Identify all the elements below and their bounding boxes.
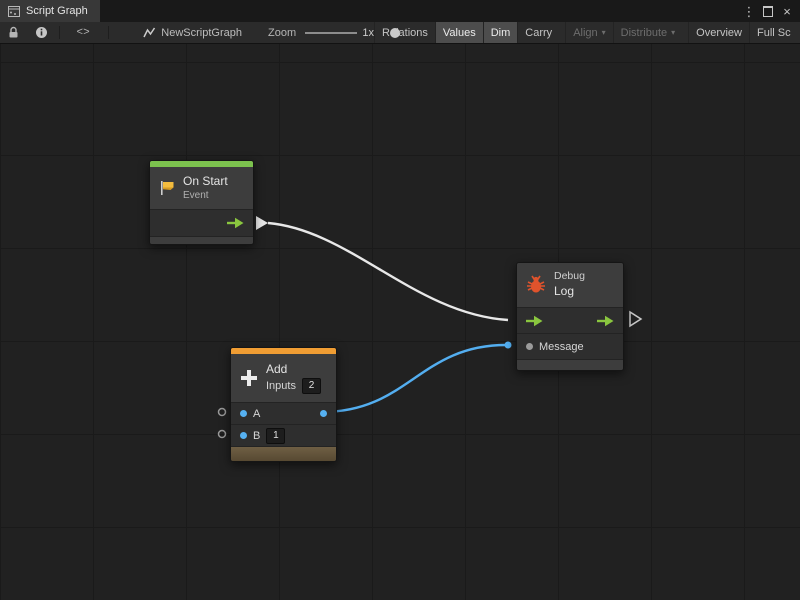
node-subtitle: Event bbox=[183, 189, 228, 202]
node-on-start[interactable]: On Start Event bbox=[149, 160, 254, 245]
values-button[interactable]: Values bbox=[435, 22, 483, 43]
node-header[interactable]: Debug Log bbox=[517, 263, 623, 307]
tab-script-graph[interactable]: Script Graph bbox=[0, 0, 100, 22]
script-graph-tab-icon bbox=[8, 6, 20, 17]
lock-button[interactable] bbox=[4, 22, 23, 43]
distribute-dropdown[interactable]: Distribute▾ bbox=[613, 22, 682, 43]
lock-icon bbox=[8, 26, 19, 39]
wire-add-to-message[interactable] bbox=[322, 345, 506, 412]
port-b-input-dot[interactable] bbox=[240, 432, 247, 439]
window-menu-button[interactable]: ⋮ bbox=[741, 0, 757, 22]
zoom-value: 1x bbox=[362, 27, 374, 39]
bug-icon bbox=[525, 274, 547, 296]
graph-canvas[interactable]: On Start Event bbox=[0, 44, 800, 600]
window-controls: ⋮ × bbox=[741, 0, 800, 22]
zoom-label: Zoom bbox=[268, 27, 296, 39]
port-b-value-field[interactable]: 1 bbox=[266, 428, 285, 444]
graph-toolbar: <> NewScriptGraph Zoom 1x Relations Valu… bbox=[0, 22, 800, 44]
graph-asset-icon bbox=[143, 27, 156, 39]
node-title: On Start bbox=[183, 174, 228, 190]
node-footer bbox=[517, 359, 623, 370]
wire-start-arrow-icon bbox=[256, 216, 268, 230]
close-button[interactable]: × bbox=[779, 0, 795, 22]
wire-end-dot-icon bbox=[505, 342, 512, 349]
port-row-a: A bbox=[231, 402, 336, 424]
info-icon bbox=[35, 26, 48, 39]
chevron-down-icon: ▾ bbox=[602, 28, 606, 37]
node-debug-log[interactable]: Debug Log Message bbox=[516, 262, 624, 371]
zoom-slider-track[interactable] bbox=[305, 32, 357, 34]
maximize-button[interactable] bbox=[760, 0, 776, 22]
inputs-count-field[interactable]: 2 bbox=[302, 378, 321, 394]
wire-layer bbox=[0, 44, 800, 600]
toolbar-separator bbox=[108, 26, 109, 39]
port-label: Message bbox=[539, 341, 584, 353]
sum-output-dot[interactable] bbox=[320, 410, 327, 417]
node-header[interactable]: On Start Event bbox=[150, 167, 253, 209]
align-dropdown[interactable]: Align▾ bbox=[565, 22, 612, 43]
node-footer bbox=[150, 236, 253, 244]
flow-ports-row bbox=[517, 307, 623, 333]
zoom-slider-handle[interactable] bbox=[390, 28, 400, 38]
node-title: Add bbox=[266, 362, 321, 378]
flow-output-port[interactable] bbox=[150, 209, 253, 236]
relations-button[interactable]: Relations bbox=[374, 22, 435, 43]
info-button[interactable] bbox=[31, 22, 52, 43]
flow-output-triangle-icon[interactable] bbox=[630, 312, 641, 326]
port-a-label: A bbox=[253, 408, 260, 420]
flow-arrow-icon bbox=[227, 217, 244, 229]
wire-onstart-to-log[interactable] bbox=[268, 223, 508, 320]
tab-title: Script Graph bbox=[26, 5, 88, 17]
chevron-down-icon: ▾ bbox=[671, 28, 675, 37]
carry-button[interactable]: Carry bbox=[517, 22, 559, 43]
full-screen-button[interactable]: Full Sc bbox=[749, 22, 800, 43]
dim-button[interactable]: Dim bbox=[483, 22, 518, 43]
port-b-label: B bbox=[253, 430, 260, 442]
code-view-button[interactable]: <> bbox=[73, 22, 94, 43]
flow-input-arrow-icon[interactable] bbox=[526, 315, 543, 327]
graph-breadcrumb[interactable]: NewScriptGraph bbox=[139, 27, 246, 39]
script-graph-window: Script Graph ⋮ × <> bbox=[0, 0, 800, 600]
node-title: Log bbox=[554, 284, 585, 300]
node-surtitle: Debug bbox=[554, 270, 585, 284]
inputs-label: Inputs bbox=[266, 379, 296, 393]
graph-name-label: NewScriptGraph bbox=[161, 27, 242, 39]
node-footer bbox=[231, 446, 336, 461]
plus-icon bbox=[239, 368, 259, 388]
overview-button[interactable]: Overview bbox=[688, 22, 749, 43]
port-a-input-dot[interactable] bbox=[240, 410, 247, 417]
maximize-icon bbox=[763, 6, 773, 17]
port-b-outer-ring-icon[interactable] bbox=[219, 431, 226, 438]
message-input-port[interactable]: Message bbox=[517, 333, 623, 359]
node-header[interactable]: Add Inputs 2 bbox=[231, 354, 336, 402]
port-row-b: B 1 bbox=[231, 424, 336, 446]
node-add[interactable]: Add Inputs 2 A B 1 bbox=[230, 347, 337, 462]
toolbar-separator bbox=[59, 26, 60, 39]
title-bar: Script Graph ⋮ × bbox=[0, 0, 800, 22]
zoom-slider[interactable] bbox=[305, 27, 357, 39]
toolbar-buttons: Relations Values Dim Carry Align▾ Distri… bbox=[374, 22, 800, 43]
port-a-outer-ring-icon[interactable] bbox=[219, 409, 226, 416]
flag-icon bbox=[158, 180, 176, 196]
flow-output-arrow-icon[interactable] bbox=[597, 315, 614, 327]
port-dot-icon[interactable] bbox=[526, 343, 533, 350]
